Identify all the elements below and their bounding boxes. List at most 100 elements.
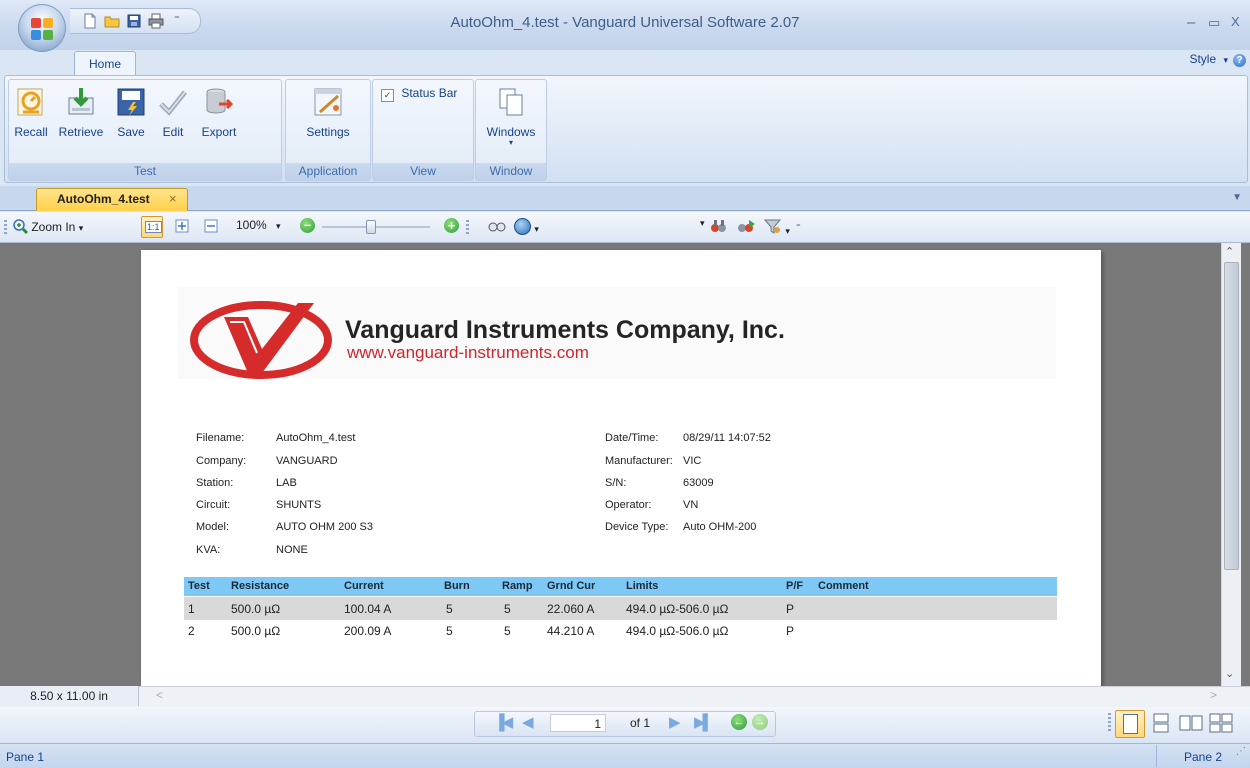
column-header: Resistance [231, 580, 290, 592]
save-icon [117, 88, 145, 116]
last-page-icon[interactable]: ▶▌ [694, 713, 713, 731]
table-cell: 1 [188, 602, 195, 616]
export-label: Export [201, 125, 237, 139]
windows-button[interactable]: Windows ▾ [480, 86, 542, 147]
field-value-datetime: 08/29/11 14:07:52 [683, 432, 771, 444]
horizontal-scrollbar[interactable] [0, 686, 1250, 707]
single-page-view-button[interactable] [1115, 710, 1145, 738]
zoom-slider-thumb[interactable] [366, 220, 376, 234]
resize-grip-icon[interactable]: ⋰ [1236, 746, 1246, 757]
find-button[interactable] [710, 218, 728, 236]
retrieve-button[interactable]: Retrieve [55, 86, 107, 139]
first-page-icon[interactable]: ▐◀ [494, 713, 513, 731]
style-menu[interactable]: Style ▾ [1189, 52, 1228, 66]
field-value-kva: NONE [276, 544, 308, 556]
actual-size-icon: 1:1 [145, 221, 162, 233]
column-header: Test [188, 580, 210, 592]
table-cell: 5 [446, 602, 453, 616]
chevron-down-icon[interactable]: ▾ [700, 218, 705, 236]
app-logo-icon [31, 18, 41, 28]
zoom-in-dropdown[interactable]: Zoom In ▾ [12, 218, 83, 236]
chevron-down-icon: ▾ [1223, 55, 1228, 65]
help-icon[interactable]: ? [1233, 54, 1246, 67]
table-cell: 500.0 µΩ [231, 602, 281, 616]
two-page-horizontal-icon[interactable] [1178, 713, 1204, 733]
field-label-manufacturer: Manufacturer: [605, 455, 673, 467]
field-value-sn: 63009 [683, 477, 714, 489]
field-value-manufacturer: VIC [683, 455, 702, 467]
group-label-view: View [373, 163, 473, 180]
scroll-up-icon[interactable]: ⌃ [1225, 245, 1234, 258]
hand-tool-button[interactable] [488, 218, 506, 236]
document-tab-label: AutoOhm_4.test [57, 192, 150, 206]
find-next-button[interactable] [736, 218, 756, 236]
retrieve-icon [68, 88, 94, 115]
settings-label: Settings [306, 125, 350, 139]
export-button[interactable]: Export [197, 86, 241, 139]
previous-page-icon[interactable]: ◀ [522, 713, 534, 731]
actual-size-button[interactable]: 1:1 [141, 216, 163, 238]
application-menu-button[interactable] [18, 4, 66, 52]
app-logo-tile [43, 18, 53, 28]
save-label: Save [117, 125, 145, 139]
tab-home[interactable]: Home [74, 51, 136, 76]
scroll-down-icon[interactable]: ⌄ [1225, 667, 1234, 680]
column-header: Burn [444, 580, 470, 592]
ribbon-group-application: Settings Application [285, 79, 371, 181]
status-pane-2: Pane 2 [1184, 750, 1223, 764]
document-tab[interactable]: AutoOhm_4.test × [36, 188, 188, 211]
toolbar-grip[interactable] [4, 220, 7, 234]
field-label-sn: S/N: [605, 477, 627, 489]
maximize-button[interactable]: ▭ [1208, 15, 1220, 31]
window-title: AutoOhm_4.test - Vanguard Universal Soft… [450, 14, 800, 31]
field-value-filename: AutoOhm_4.test [276, 432, 356, 444]
toolbar-overflow-icon[interactable]: ⁼ [796, 222, 801, 240]
settings-button[interactable]: Settings [296, 86, 360, 139]
four-page-icon[interactable] [1208, 713, 1234, 733]
minimize-button[interactable]: – [1187, 14, 1195, 31]
company-url: www.vanguard-instruments.com [347, 343, 589, 362]
chevron-down-icon[interactable]: ▼ [1232, 192, 1242, 203]
zoom-out-button[interactable]: – [300, 218, 315, 236]
filter-dropdown[interactable]: ▾ [763, 218, 790, 236]
toolbar-grip[interactable] [1108, 713, 1111, 733]
group-label-application: Application [286, 163, 370, 180]
preview-toolbar: Zoom In ▾ 1:1 100% ▾ – + ▾ ▾ ▾ ⁼ [0, 212, 1250, 243]
scroll-right-icon[interactable]: > [1210, 688, 1217, 702]
app-logo-tile [43, 30, 53, 40]
current-page-input[interactable]: 1 [550, 714, 606, 732]
forward-arrow-icon[interactable]: → [752, 714, 768, 730]
zoom-in-button[interactable]: + [444, 218, 459, 236]
column-header: P/F [786, 580, 804, 592]
close-tab-icon[interactable]: × [169, 191, 177, 206]
column-header: Current [344, 580, 384, 592]
recall-button[interactable]: Recall [11, 86, 51, 139]
scroll-left-icon[interactable]: < [156, 688, 163, 702]
vanguard-logo-icon [190, 301, 332, 379]
fit-page-button[interactable] [174, 218, 190, 236]
edit-button[interactable]: Edit [155, 86, 191, 139]
toolbar-grip[interactable] [466, 220, 469, 234]
column-header: Grnd Cur [547, 580, 596, 592]
group-label-window: Window [476, 163, 546, 180]
next-page-icon[interactable]: ▶ [669, 713, 681, 731]
table-cell: 494.0 µΩ-506.0 µΩ [626, 624, 729, 638]
field-value-company: VANGUARD [276, 455, 338, 467]
binoculars-green-icon [738, 220, 755, 232]
save-button[interactable]: Save [113, 86, 149, 139]
plus-circle-icon: + [444, 218, 459, 233]
field-label-company: Company: [196, 455, 247, 467]
status-bar-checkbox[interactable]: ✓ Status Bar [381, 86, 457, 102]
vertical-scroll-thumb[interactable] [1224, 262, 1239, 570]
zoom-percent-dropdown[interactable]: 100% ▾ [236, 218, 281, 236]
zoom-slider[interactable] [322, 220, 430, 234]
back-arrow-icon[interactable]: ← [731, 714, 747, 730]
fit-width-button[interactable] [203, 218, 219, 236]
column-header: Comment [818, 580, 869, 592]
edit-label: Edit [162, 125, 184, 139]
close-button[interactable]: X [1231, 14, 1240, 29]
field-label-circuit: Circuit: [196, 499, 231, 511]
two-page-vertical-icon[interactable] [1150, 713, 1174, 733]
table-row [184, 597, 1057, 620]
multipage-dropdown[interactable]: ▾ [514, 218, 539, 236]
